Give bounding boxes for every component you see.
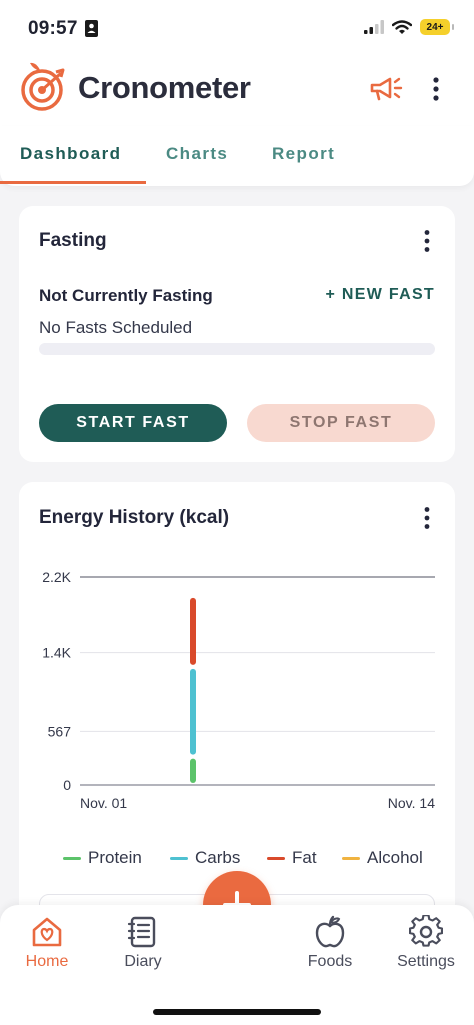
legend-protein-swatch [63, 856, 81, 860]
y-tick-label: 1.4K [42, 645, 71, 661]
tab-dashboard[interactable]: Dashboard [20, 144, 121, 164]
legend-carbs[interactable]: Carbs [170, 848, 240, 868]
wifi-icon [392, 19, 412, 34]
legend-alcohol[interactable]: Alcohol [342, 848, 423, 868]
fasting-more-options-icon[interactable] [423, 229, 431, 253]
nav-home-label: Home [25, 953, 69, 970]
cronometer-logo-icon [21, 62, 65, 111]
nav-home[interactable]: Home [2, 915, 92, 971]
gear-icon [409, 915, 443, 947]
y-tick-label: 0 [63, 777, 71, 793]
legend-fat-swatch [267, 856, 285, 860]
legend-alcohol-label: Alcohol [367, 848, 423, 867]
legend-fat-label: Fat [292, 848, 317, 867]
status-bar: 09:57 24+ [0, 0, 474, 56]
home-icon [32, 917, 62, 947]
legend-fat[interactable]: Fat [267, 848, 317, 868]
bar-segment-carbs[interactable] [190, 668, 196, 755]
energy-more-options-icon[interactable] [423, 506, 431, 530]
nav-foods-label: Foods [307, 953, 353, 970]
app-header: Cronometer [0, 56, 474, 126]
status-indicators: 24+ [364, 19, 454, 35]
tab-charts[interactable]: Charts [166, 144, 228, 164]
id-card-icon [85, 20, 98, 37]
bar-segment-protein[interactable] [190, 758, 196, 783]
active-tab-indicator [0, 181, 146, 184]
new-fast-button[interactable]: + NEW FAST [326, 286, 435, 304]
energy-card-title: Energy History (kcal) [39, 507, 230, 528]
cellular-signal-icon [364, 20, 384, 34]
y-tick-label: 567 [48, 723, 72, 739]
fasting-card: Fasting Not Currently Fasting + NEW FAST… [19, 206, 455, 462]
legend-protein[interactable]: Protein [63, 848, 142, 868]
fasting-card-title: Fasting [39, 230, 107, 251]
apple-icon [315, 915, 345, 948]
tab-report[interactable]: Report [272, 144, 335, 164]
legend-protein-label: Protein [88, 848, 142, 867]
legend-alcohol-swatch [342, 856, 360, 860]
y-tick-label: 2.2K [42, 569, 71, 585]
bar-segment-fat[interactable] [190, 597, 196, 665]
x-tick-label: Nov. 01 [80, 795, 127, 811]
megaphone-icon[interactable] [368, 74, 404, 104]
bottom-navigation: Home Diary Foods Settings [0, 905, 474, 1025]
nav-settings[interactable]: Settings [381, 915, 471, 971]
fasting-progress-bar [39, 343, 435, 355]
fasting-status-text: Not Currently Fasting [39, 286, 213, 305]
more-options-icon[interactable] [432, 76, 440, 102]
nav-diary[interactable]: Diary [98, 915, 188, 971]
legend-carbs-label: Carbs [195, 848, 241, 867]
battery-icon: 24+ [420, 19, 454, 35]
chart-legend: Protein Carbs Fat Alcohol [19, 848, 455, 870]
diary-icon [127, 916, 156, 948]
legend-carbs-swatch [170, 856, 188, 860]
fasting-schedule-text: No Fasts Scheduled [39, 318, 193, 337]
status-time: 09:57 [28, 18, 78, 39]
nav-diary-label: Diary [124, 953, 162, 970]
home-indicator [153, 1009, 321, 1015]
nav-foods[interactable]: Foods [285, 915, 375, 971]
start-fast-button[interactable]: START FAST [39, 404, 227, 442]
app-title: Cronometer [78, 70, 251, 105]
nav-settings-label: Settings [397, 953, 455, 970]
energy-history-chart: 2.2K 1.4K 567 0 Nov. 01 Nov. 14 [42, 569, 435, 811]
stop-fast-button[interactable]: STOP FAST [247, 404, 435, 442]
dashboard-tabs: Dashboard Charts Report [0, 126, 474, 186]
x-tick-label: Nov. 14 [388, 795, 435, 811]
